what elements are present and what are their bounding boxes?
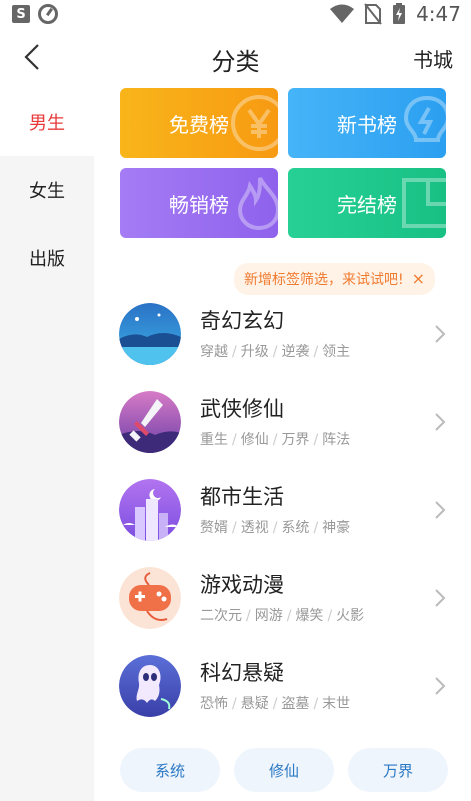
- no-sim-icon: [364, 3, 382, 25]
- category-tag: 透视: [240, 520, 269, 536]
- category-item-wuxia[interactable]: 武侠修仙 重生 / 修仙 / 万界 / 阵法: [114, 381, 466, 469]
- category-item-fantasy[interactable]: 奇幻玄幻 穿越 / 升级 / 逆袭 / 领主: [114, 293, 466, 381]
- quick-tag-system[interactable]: 系统: [120, 748, 220, 792]
- ranking-new-label: 新书榜: [337, 112, 397, 137]
- status-bar: S 4:47: [0, 0, 471, 28]
- category-tag: 火影: [336, 608, 365, 624]
- nav-item-publishing[interactable]: 出版: [0, 224, 94, 292]
- category-tag: 盗墓: [281, 696, 310, 712]
- chevron-right-icon: [435, 589, 446, 607]
- yen-icon: [231, 95, 278, 151]
- nav-item-female[interactable]: 女生: [0, 156, 94, 224]
- category-title: 科幻悬疑: [200, 661, 284, 685]
- gender-nav: 男生 女生 出版: [0, 88, 94, 801]
- category-tag: 重生: [200, 432, 228, 448]
- ranking-bestseller-card[interactable]: 畅销榜: [120, 168, 278, 238]
- page-title: 分类: [211, 48, 260, 76]
- category-tags: 二次元 / 网游 / 爆笑 / 火影: [200, 608, 365, 624]
- category-item-urban[interactable]: 都市生活 赘婿 / 透视 / 系统 / 神豪: [114, 469, 466, 557]
- chevron-right-icon: [435, 677, 446, 695]
- category-tag: 爆笑: [295, 608, 324, 624]
- chevron-right-icon: [435, 413, 446, 431]
- notification-s-icon: S: [12, 5, 30, 23]
- quick-tag-multiverse[interactable]: 万界: [348, 748, 448, 792]
- chevron-right-icon: [435, 325, 446, 343]
- category-title: 奇幻玄幻: [200, 309, 284, 333]
- speed-gauge-icon: [38, 4, 58, 24]
- bookstore-link[interactable]: 书城: [413, 44, 453, 73]
- chevron-right-icon: [435, 501, 446, 519]
- category-tags: 恐怖 / 悬疑 / 盗墓 / 末世: [200, 696, 351, 712]
- category-title: 游戏动漫: [200, 573, 284, 597]
- ranking-bestseller-label: 畅销榜: [169, 192, 229, 217]
- clock: 4:47: [416, 2, 461, 26]
- bulb-icon: [403, 95, 446, 142]
- nav-item-male[interactable]: 男生: [0, 88, 94, 156]
- ranking-free-card[interactable]: 免费榜: [120, 88, 278, 158]
- quick-tag-cultivation[interactable]: 修仙: [234, 748, 334, 792]
- close-icon[interactable]: ×: [412, 271, 425, 287]
- fantasy-landscape-icon: [119, 303, 181, 365]
- quick-tags: 系统 修仙 万界: [120, 748, 466, 792]
- category-title: 都市生活: [200, 485, 284, 509]
- category-tag: 逆袭: [281, 344, 310, 360]
- book-icon: [402, 178, 446, 228]
- category-list: 奇幻玄幻 穿越 / 升级 / 逆袭 / 领主 武侠修仙 重生 / 修仙 / 万界 / 阵法: [114, 293, 466, 733]
- category-title: 武侠修仙: [200, 397, 284, 421]
- app-header: 分类 书城: [0, 28, 471, 88]
- city-buildings-icon: [119, 479, 181, 541]
- category-tag: 赘婿: [200, 520, 228, 536]
- sword-icon: [119, 391, 181, 453]
- category-tag: 系统: [281, 520, 310, 536]
- tip-text: 新增标签筛选，来试试吧!: [244, 272, 404, 288]
- category-tag: 穿越: [200, 344, 228, 360]
- category-tag: 二次元: [200, 608, 242, 624]
- ranking-free-label: 免费榜: [169, 112, 229, 137]
- category-tag: 神豪: [322, 520, 351, 536]
- ranking-completed-card[interactable]: 完结榜: [288, 168, 446, 238]
- category-content: 免费榜 新书榜 畅销榜 完结榜 新增标签筛选，来试试吧! × 奇幻玄幻 穿越 /…: [94, 88, 471, 801]
- category-item-game-anime[interactable]: 游戏动漫 二次元 / 网游 / 爆笑 / 火影: [114, 557, 466, 645]
- category-tag: 恐怖: [200, 696, 228, 712]
- ranking-new-card[interactable]: 新书榜: [288, 88, 446, 158]
- ghost-icon: [119, 655, 181, 717]
- tag-filter-tip: 新增标签筛选，来试试吧! ×: [234, 263, 436, 295]
- category-tag: 领主: [322, 344, 351, 360]
- category-tags: 赘婿 / 透视 / 系统 / 神豪: [200, 520, 351, 536]
- category-item-scifi-mystery[interactable]: 科幻悬疑 恐怖 / 悬疑 / 盗墓 / 末世: [114, 645, 466, 733]
- category-tag: 升级: [240, 344, 269, 360]
- category-tags: 重生 / 修仙 / 万界 / 阵法: [200, 432, 351, 448]
- category-tag: 万界: [281, 432, 310, 448]
- battery-charging-icon: [393, 3, 406, 24]
- gamepad-icon: [119, 567, 181, 629]
- category-tag: 网游: [254, 608, 283, 624]
- wifi-icon: [330, 4, 355, 23]
- category-tag: 修仙: [240, 432, 269, 448]
- flame-icon: [237, 177, 278, 231]
- ranking-completed-label: 完结榜: [337, 192, 397, 217]
- category-tag: 悬疑: [240, 696, 269, 712]
- category-tags: 穿越 / 升级 / 逆袭 / 领主: [200, 344, 351, 360]
- category-tag: 末世: [322, 696, 351, 712]
- category-tag: 阵法: [322, 432, 351, 448]
